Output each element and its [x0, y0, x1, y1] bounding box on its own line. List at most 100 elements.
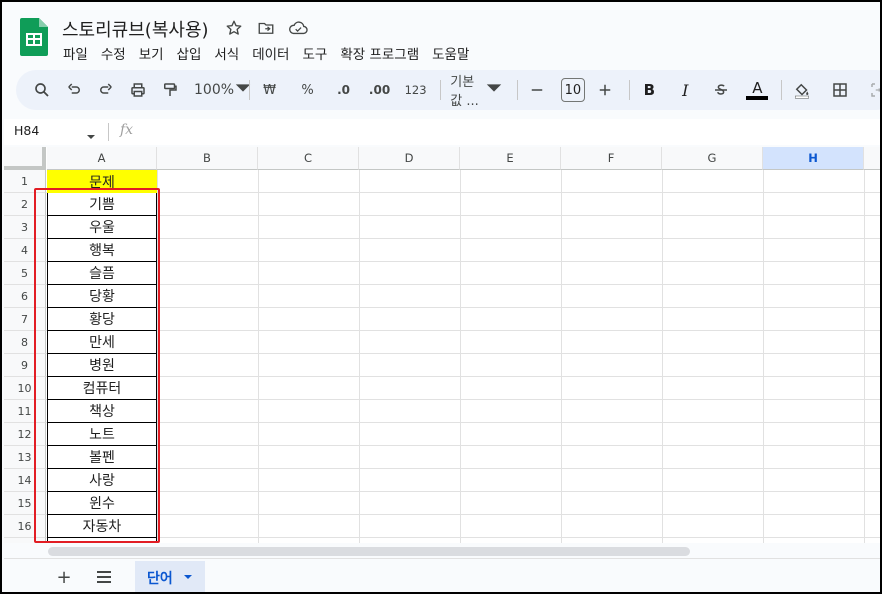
horizontal-scrollbar[interactable]: [48, 547, 690, 556]
column-header-f[interactable]: F: [561, 147, 662, 170]
move-folder-icon[interactable]: [256, 18, 276, 38]
text-color-button[interactable]: A: [743, 76, 771, 104]
row-header[interactable]: 11: [4, 400, 46, 423]
currency-format-button[interactable]: ₩: [256, 76, 284, 104]
percent-format-button[interactable]: %: [294, 76, 322, 104]
font-size-input[interactable]: 10: [561, 78, 585, 102]
column-header-e[interactable]: E: [460, 147, 561, 170]
toolbar: 100% ₩ % .0 .00 123 기본값 ... 10 B I A: [16, 70, 880, 110]
bold-button[interactable]: B: [635, 76, 663, 104]
word-cell[interactable]: 노트: [47, 423, 157, 446]
document-title[interactable]: 스토리큐브(복사용): [62, 16, 209, 42]
word-cell[interactable]: 우울: [47, 216, 157, 239]
column-header-b[interactable]: B: [157, 147, 258, 170]
borders-icon[interactable]: [826, 76, 854, 104]
menu-help[interactable]: 도움말: [429, 43, 472, 63]
merge-cells-icon[interactable]: [864, 76, 880, 104]
fill-color-icon[interactable]: [788, 76, 816, 104]
menu-insert[interactable]: 삽입: [174, 43, 205, 63]
row-header[interactable]: 14: [4, 469, 46, 492]
word-cell[interactable]: 비행기: [47, 538, 157, 543]
menu-view[interactable]: 보기: [136, 43, 167, 63]
row-header[interactable]: 16: [4, 515, 46, 538]
row-header[interactable]: 1: [4, 170, 46, 193]
row-header[interactable]: 8: [4, 331, 46, 354]
gridline: [46, 399, 880, 400]
number-format-button[interactable]: 123: [402, 76, 430, 104]
redo-icon[interactable]: [92, 76, 120, 104]
menu-format[interactable]: 서식: [211, 43, 242, 63]
sheets-logo-icon[interactable]: [20, 18, 48, 56]
gridline: [561, 170, 562, 543]
zoom-select[interactable]: 100%: [188, 76, 251, 104]
word-cell[interactable]: 책상: [47, 400, 157, 423]
sheet-tab[interactable]: 단어: [135, 561, 205, 592]
toolbar-divider: [439, 80, 441, 100]
menu-tools[interactable]: 도구: [299, 43, 330, 63]
word-cell[interactable]: 사랑: [47, 469, 157, 492]
word-cell[interactable]: 슬픔: [47, 262, 157, 285]
column-header-h[interactable]: H: [763, 147, 864, 170]
select-all-corner[interactable]: [4, 147, 46, 170]
word-cell[interactable]: 병원: [47, 354, 157, 377]
row-header[interactable]: 3: [4, 216, 46, 239]
word-cell[interactable]: 윈수: [47, 492, 157, 515]
paint-format-icon[interactable]: [156, 76, 184, 104]
menu-edit[interactable]: 수정: [98, 43, 129, 63]
row-header[interactable]: 2: [4, 193, 46, 216]
word-cell[interactable]: 만세: [47, 331, 157, 354]
print-icon[interactable]: [124, 76, 152, 104]
word-cell[interactable]: 행복: [47, 239, 157, 262]
row-header[interactable]: 5: [4, 262, 46, 285]
row-header[interactable]: 13: [4, 446, 46, 469]
menu-data[interactable]: 데이터: [249, 43, 292, 63]
word-cell[interactable]: 당황: [47, 285, 157, 308]
gridline: [46, 537, 880, 538]
gridline: [864, 170, 865, 543]
word-cell[interactable]: 자동차: [47, 515, 157, 538]
decrease-decimal-button[interactable]: .0: [330, 76, 358, 104]
row-header[interactable]: 6: [4, 285, 46, 308]
add-sheet-icon[interactable]: +: [54, 567, 74, 588]
header-cell[interactable]: 문제: [47, 170, 157, 193]
font-select[interactable]: 기본값 ...: [446, 75, 506, 109]
row-header[interactable]: 17: [4, 538, 46, 543]
column-header-a[interactable]: A: [47, 147, 157, 170]
gridline: [763, 170, 764, 543]
increase-font-size-icon[interactable]: [591, 76, 619, 104]
row-header[interactable]: 12: [4, 423, 46, 446]
word-cell[interactable]: 컴퓨터: [47, 377, 157, 400]
cloud-saved-icon[interactable]: [288, 18, 308, 38]
column-header-d[interactable]: D: [359, 147, 460, 170]
row-header[interactable]: 4: [4, 239, 46, 262]
menu-file[interactable]: 파일: [60, 43, 91, 63]
column-header-c[interactable]: C: [258, 147, 359, 170]
chevron-down-icon[interactable]: [183, 570, 193, 586]
gridline: [46, 307, 880, 308]
spreadsheet-grid[interactable]: A B C D E F G H 1 문제 2 기쁨 3 우울 4 행복 5 슬픔 6 당황 7 황당 8 만세 9 병원 10 컴퓨터…: [4, 147, 880, 543]
row-header[interactable]: 7: [4, 308, 46, 331]
row-header[interactable]: 15: [4, 492, 46, 515]
strikethrough-icon[interactable]: [707, 76, 735, 104]
increase-decimal-button[interactable]: .00: [366, 76, 394, 104]
decrease-font-size-icon[interactable]: [523, 76, 551, 104]
column-header-g[interactable]: G: [662, 147, 763, 170]
italic-button[interactable]: I: [671, 76, 699, 104]
row-header[interactable]: 10: [4, 377, 46, 400]
gridline: [662, 170, 663, 543]
all-sheets-icon[interactable]: [94, 567, 114, 587]
word-cell[interactable]: 황당: [47, 308, 157, 331]
menu-extensions[interactable]: 확장 프로그램: [337, 43, 422, 63]
column-header-filler: [864, 147, 880, 170]
font-value: 기본값 ...: [450, 75, 479, 109]
undo-icon[interactable]: [60, 76, 88, 104]
menu-bar: 파일 수정 보기 삽입 서식 데이터 도구 확장 프로그램 도움말: [60, 43, 479, 63]
row-header[interactable]: 9: [4, 354, 46, 377]
search-menus-icon[interactable]: [28, 76, 56, 104]
sheet-tab-label: 단어: [147, 571, 173, 587]
chevron-down-icon[interactable]: [86, 127, 96, 146]
word-cell[interactable]: 볼펜: [47, 446, 157, 469]
word-cell[interactable]: 기쁨: [47, 193, 157, 216]
gridline: [46, 491, 880, 492]
star-icon[interactable]: [224, 18, 244, 38]
